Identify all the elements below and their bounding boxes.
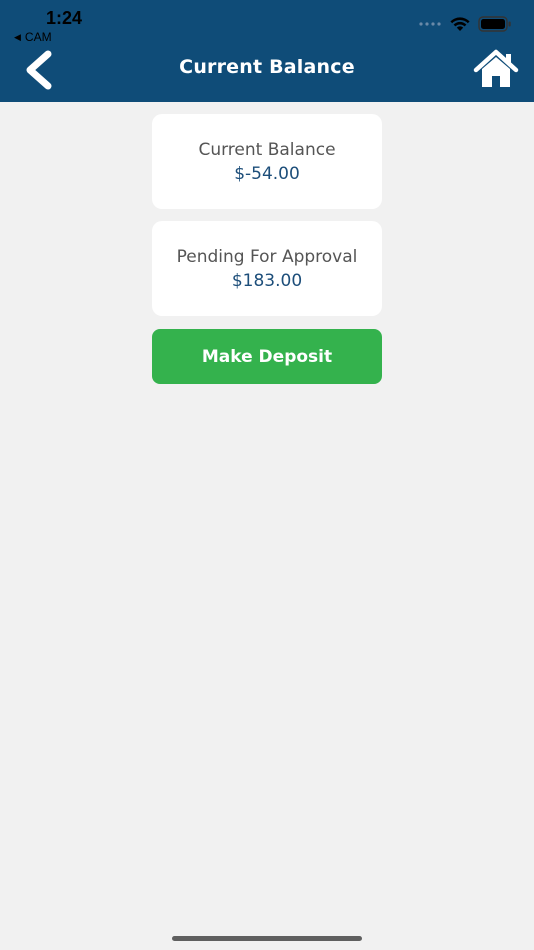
battery-icon: [478, 16, 511, 32]
current-balance-label: Current Balance: [198, 140, 336, 160]
back-app-label: CAM: [24, 30, 52, 44]
back-triangle-icon: ◀: [14, 31, 21, 42]
home-button[interactable]: [472, 48, 520, 90]
pending-approval-label: Pending For Approval: [176, 247, 358, 267]
pending-approval-card: Pending For Approval $183.00: [152, 221, 382, 316]
make-deposit-button[interactable]: Make Deposit: [152, 329, 382, 384]
home-icon: [473, 49, 519, 87]
signal-icon: [419, 22, 441, 26]
page-title: Current Balance: [179, 56, 355, 78]
pending-approval-value: $183.00: [231, 271, 303, 291]
wifi-icon: [450, 16, 470, 31]
status-time: 1:24: [46, 8, 83, 28]
current-balance-card: Current Balance $-54.00: [152, 114, 382, 209]
home-indicator[interactable]: [172, 936, 362, 941]
current-balance-value: $-54.00: [234, 164, 300, 184]
status-icons: [418, 16, 512, 32]
top-bar: 1:24 ◀ CAM Current Balance: [0, 0, 534, 102]
status-back-to-app[interactable]: ◀ CAM: [14, 30, 52, 44]
